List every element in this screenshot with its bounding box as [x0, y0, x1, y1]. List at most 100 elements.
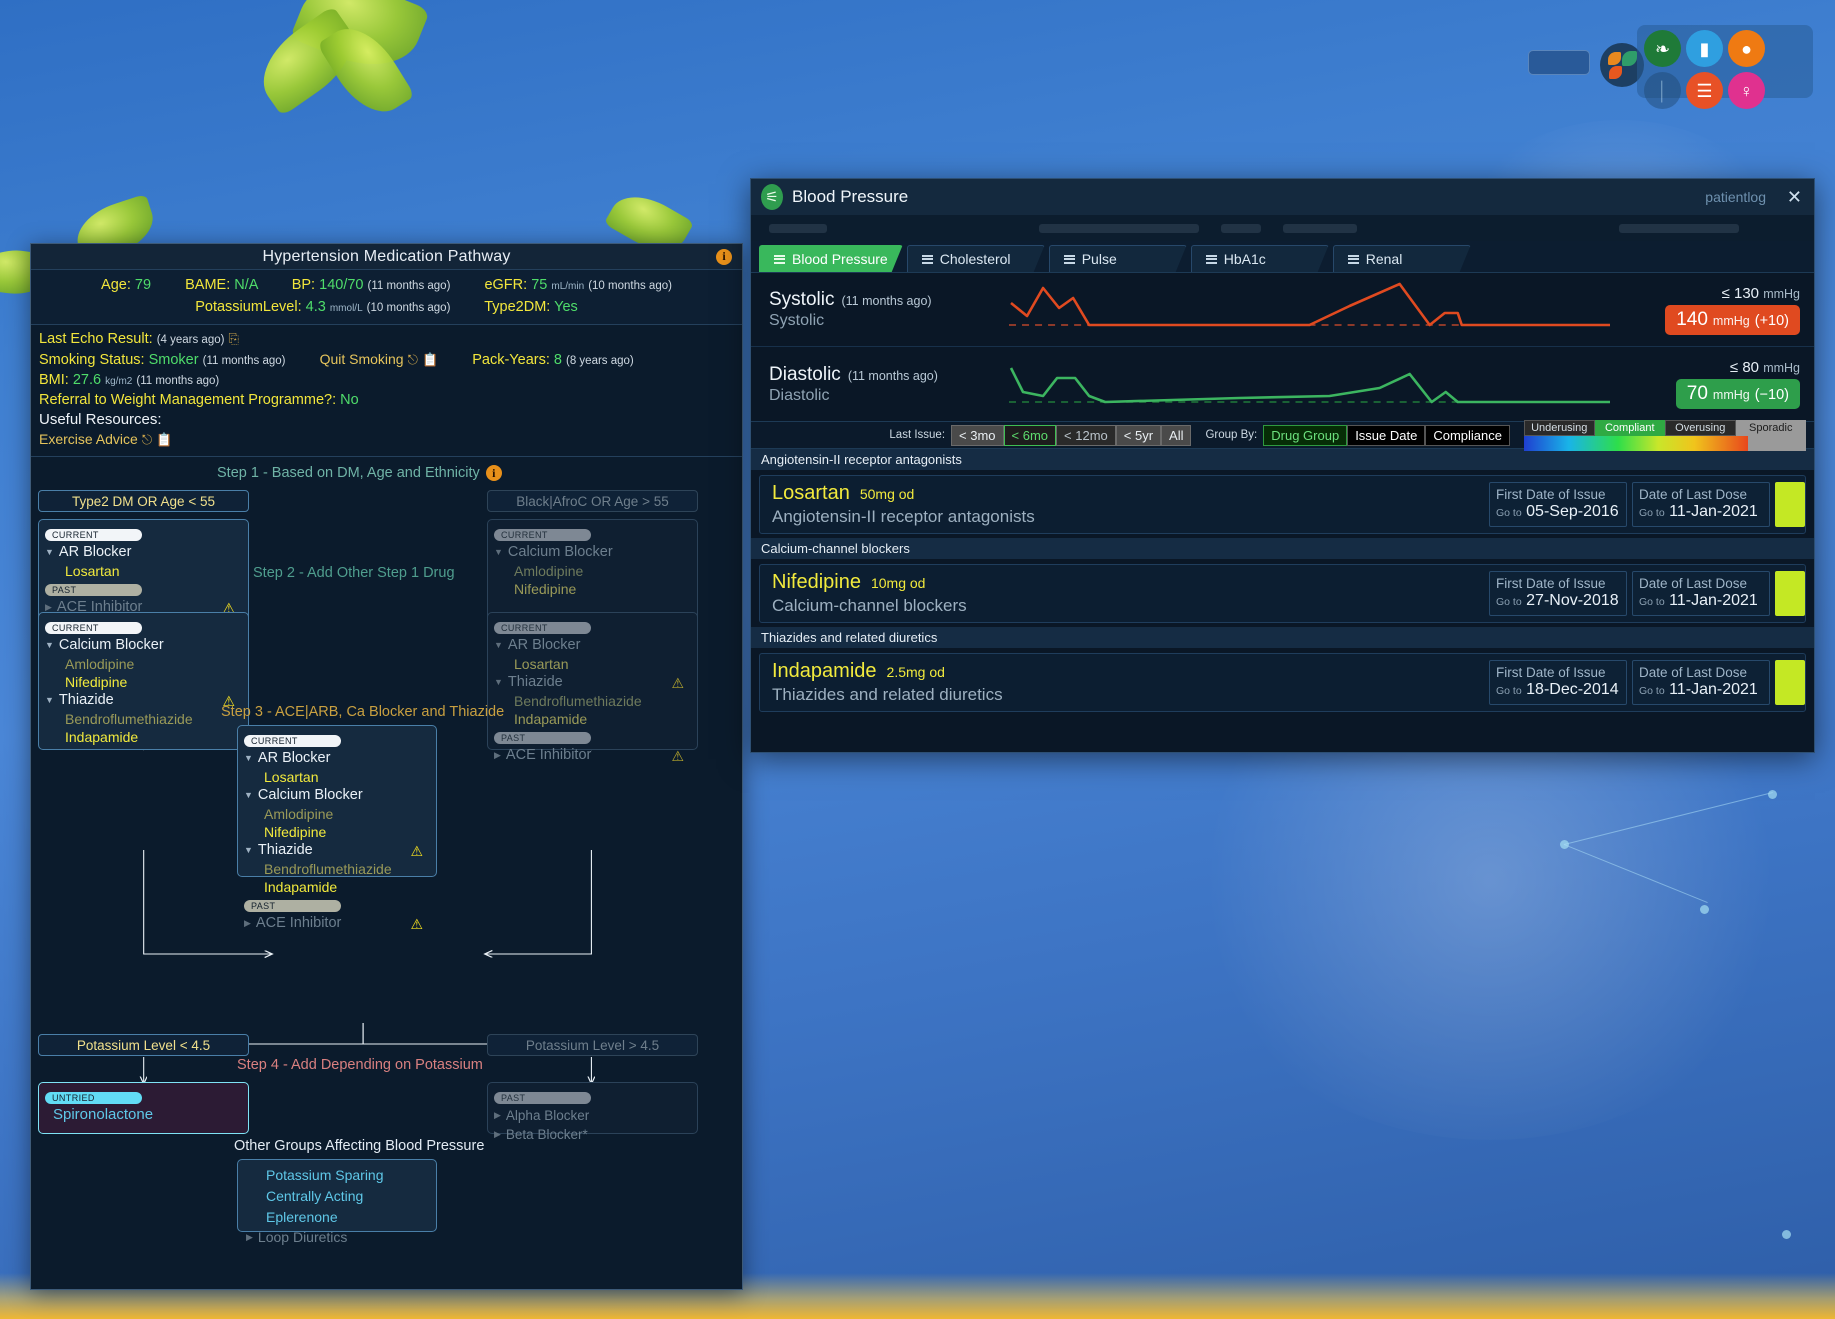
- tab-hba1c[interactable]: HbA1c: [1191, 245, 1329, 272]
- group-loop-diuretics[interactable]: ▶ Loop Diuretics: [244, 1228, 430, 1247]
- external-link-icon[interactable]: ⎋: [142, 430, 152, 449]
- drug-group-calcium-blocker[interactable]: ▼ Calcium Blocker: [494, 543, 691, 562]
- legend-overusing[interactable]: Overusing: [1665, 420, 1736, 436]
- drug-box-step2-left[interactable]: CURRENT ▼ Calcium Blocker Amlodipine Nif…: [38, 612, 249, 750]
- drug-amlodipine[interactable]: Amlodipine: [45, 655, 242, 673]
- group-by-compliance[interactable]: Compliance: [1425, 425, 1510, 446]
- chevron-down-icon[interactable]: ▼: [45, 543, 54, 562]
- last-dose-cell[interactable]: Date of Last Dose Go to 11-Jan-2021: [1632, 660, 1770, 705]
- med-name[interactable]: Indapamide: [772, 660, 877, 683]
- desktop-search-pill[interactable]: [1528, 50, 1590, 75]
- chevron-down-icon[interactable]: ▼: [244, 749, 253, 768]
- tab-pulse[interactable]: Pulse: [1049, 245, 1187, 272]
- tab-renal[interactable]: Renal: [1333, 245, 1471, 272]
- condition-potassium-high[interactable]: Potassium Level > 4.5: [487, 1034, 698, 1056]
- condition-type2dm-age[interactable]: Type2 DM OR Age < 55: [38, 490, 249, 512]
- med-name[interactable]: Nifedipine: [772, 571, 861, 594]
- drug-group-beta-blocker[interactable]: ▶ Beta Blocker*: [494, 1125, 691, 1144]
- chevron-down-icon[interactable]: ▼: [45, 636, 54, 655]
- female-figure-icon[interactable]: ♀: [1728, 72, 1765, 109]
- drug-indapamide[interactable]: Indapamide: [494, 710, 691, 728]
- filter-lt-6mo[interactable]: < 6mo: [1004, 425, 1057, 446]
- drug-box-step4-left[interactable]: UNTRIED Spironolactone: [38, 1082, 249, 1134]
- drug-group-ar-blocker[interactable]: ▼ AR Blocker: [244, 749, 430, 768]
- warning-icon[interactable]: ⚠: [410, 844, 423, 858]
- first-issue-cell[interactable]: First Date of Issue Go to 27-Nov-2018: [1489, 571, 1627, 616]
- drug-box-step2-right[interactable]: CURRENT ▼ AR Blocker Losartan ▼ Thiazide…: [487, 612, 698, 750]
- drug-nifedipine[interactable]: Nifedipine: [494, 580, 691, 598]
- tab-blood-pressure[interactable]: Blood Pressure: [759, 245, 903, 272]
- filter-all[interactable]: All: [1161, 425, 1191, 446]
- last-dose-cell[interactable]: Date of Last Dose Go to 11-Jan-2021: [1632, 571, 1770, 616]
- drug-indapamide[interactable]: Indapamide: [45, 728, 242, 746]
- thermometer-icon[interactable]: │: [1644, 72, 1681, 109]
- legend-compliant[interactable]: Compliant: [1595, 420, 1666, 436]
- group-centrally-acting[interactable]: Centrally Acting: [244, 1186, 430, 1207]
- chevron-down-icon[interactable]: ▼: [244, 786, 253, 805]
- filter-lt-12mo[interactable]: < 12mo: [1056, 425, 1116, 446]
- drug-indapamide[interactable]: Indapamide: [244, 878, 430, 896]
- body-figure-icon[interactable]: ☰: [1686, 72, 1723, 109]
- chevron-down-icon[interactable]: ▼: [494, 636, 503, 655]
- drug-group-calcium-blocker[interactable]: ▼ Calcium Blocker: [244, 786, 430, 805]
- chevron-right-icon[interactable]: ▶: [494, 1106, 501, 1125]
- quit-smoking-label[interactable]: Quit Smoking: [320, 351, 404, 367]
- tab-cholesterol[interactable]: Cholesterol: [907, 245, 1045, 272]
- drug-losartan[interactable]: Losartan: [45, 562, 242, 580]
- chevron-right-icon[interactable]: ▶: [246, 1228, 253, 1247]
- info-icon[interactable]: i: [716, 249, 732, 265]
- diastolic-sparkline[interactable]: [1009, 352, 1610, 416]
- warning-icon[interactable]: ⚠: [671, 676, 684, 690]
- chevron-right-icon[interactable]: ▶: [494, 746, 501, 765]
- chevron-down-icon[interactable]: ▼: [45, 691, 54, 710]
- filter-lt-5yr[interactable]: < 5yr: [1116, 425, 1161, 446]
- group-by-issue-date[interactable]: Issue Date: [1347, 425, 1425, 446]
- upload-icon[interactable]: ⎘: [228, 329, 238, 348]
- desktop-icon-tray[interactable]: ❧ ▮ ● │ ☰ ♀: [1637, 25, 1813, 98]
- chevron-down-icon[interactable]: ▼: [494, 543, 503, 562]
- other-groups-box[interactable]: Potassium Sparing Centrally Acting Epler…: [237, 1159, 437, 1232]
- chevron-right-icon[interactable]: ▶: [494, 1125, 501, 1144]
- drug-group-thiazide[interactable]: ▼ Thiazide ⚠: [45, 691, 242, 710]
- drug-bendroflumethiazide[interactable]: Bendroflumethiazide: [494, 692, 691, 710]
- drug-group-ar-blocker[interactable]: ▼ AR Blocker: [45, 543, 242, 562]
- filter-lt-3mo[interactable]: < 3mo: [951, 425, 1004, 446]
- drug-nifedipine[interactable]: Nifedipine: [244, 823, 430, 841]
- drug-group-thiazide[interactable]: ▼ Thiazide ⚠: [244, 841, 430, 860]
- drug-spironolactone[interactable]: Spironolactone: [45, 1106, 242, 1124]
- drug-bendroflumethiazide[interactable]: Bendroflumethiazide: [45, 710, 242, 728]
- first-issue-cell[interactable]: First Date of Issue Go to 05-Sep-2016: [1489, 482, 1627, 527]
- herbal-medicine-icon[interactable]: ❧: [1644, 30, 1681, 67]
- group-potassium-sparing[interactable]: Potassium Sparing: [244, 1165, 430, 1186]
- drug-group-ace-inhibitor[interactable]: ▶ ACE Inhibitor ⚠: [494, 746, 691, 765]
- drug-bendroflumethiazide[interactable]: Bendroflumethiazide: [244, 860, 430, 878]
- table-row[interactable]: Losartan 50mg od Angiotensin-II receptor…: [759, 475, 1806, 534]
- external-link-icon[interactable]: ⎋: [408, 350, 418, 369]
- chevron-right-icon[interactable]: ▶: [244, 914, 251, 933]
- clipboard-icon[interactable]: 📋: [156, 430, 172, 449]
- drug-losartan[interactable]: Losartan: [494, 655, 691, 673]
- first-issue-cell[interactable]: First Date of Issue Go to 18-Dec-2014: [1489, 660, 1627, 705]
- drug-box-step4-right[interactable]: PAST ▶ Alpha Blocker ▶ Beta Blocker*: [487, 1082, 698, 1134]
- drug-group-ar-blocker[interactable]: ▼ AR Blocker: [494, 636, 691, 655]
- legend-underusing[interactable]: Underusing: [1524, 420, 1595, 436]
- group-eplerenone[interactable]: Eplerenone: [244, 1207, 430, 1228]
- table-row[interactable]: Nifedipine 10mg od Calcium-channel block…: [759, 564, 1806, 623]
- drug-losartan[interactable]: Losartan: [244, 768, 430, 786]
- drug-amlodipine[interactable]: Amlodipine: [494, 562, 691, 580]
- warning-icon[interactable]: ⚠: [671, 749, 684, 763]
- drug-box-step3-center[interactable]: CURRENT ▼ AR Blocker Losartan ▼ Calcium …: [237, 725, 437, 877]
- patient-person-icon[interactable]: ●: [1728, 30, 1765, 67]
- drug-group-ace-inhibitor[interactable]: ▶ ACE Inhibitor ⚠: [244, 914, 430, 933]
- close-icon[interactable]: ✕: [1787, 187, 1802, 208]
- warning-icon[interactable]: ⚠: [410, 917, 423, 931]
- table-row[interactable]: Indapamide 2.5mg od Thiazides and relate…: [759, 653, 1806, 712]
- group-by-drug-group[interactable]: Drug Group: [1263, 425, 1347, 446]
- drug-group-calcium-blocker[interactable]: ▼ Calcium Blocker: [45, 636, 242, 655]
- last-dose-cell[interactable]: Date of Last Dose Go to 11-Jan-2021: [1632, 482, 1770, 527]
- condition-potassium-low[interactable]: Potassium Level < 4.5: [38, 1034, 249, 1056]
- drug-nifedipine[interactable]: Nifedipine: [45, 673, 242, 691]
- drug-group-thiazide[interactable]: ▼ Thiazide ⚠: [494, 673, 691, 692]
- scanner-icon[interactable]: ▮: [1686, 30, 1723, 67]
- drug-amlodipine[interactable]: Amlodipine: [244, 805, 430, 823]
